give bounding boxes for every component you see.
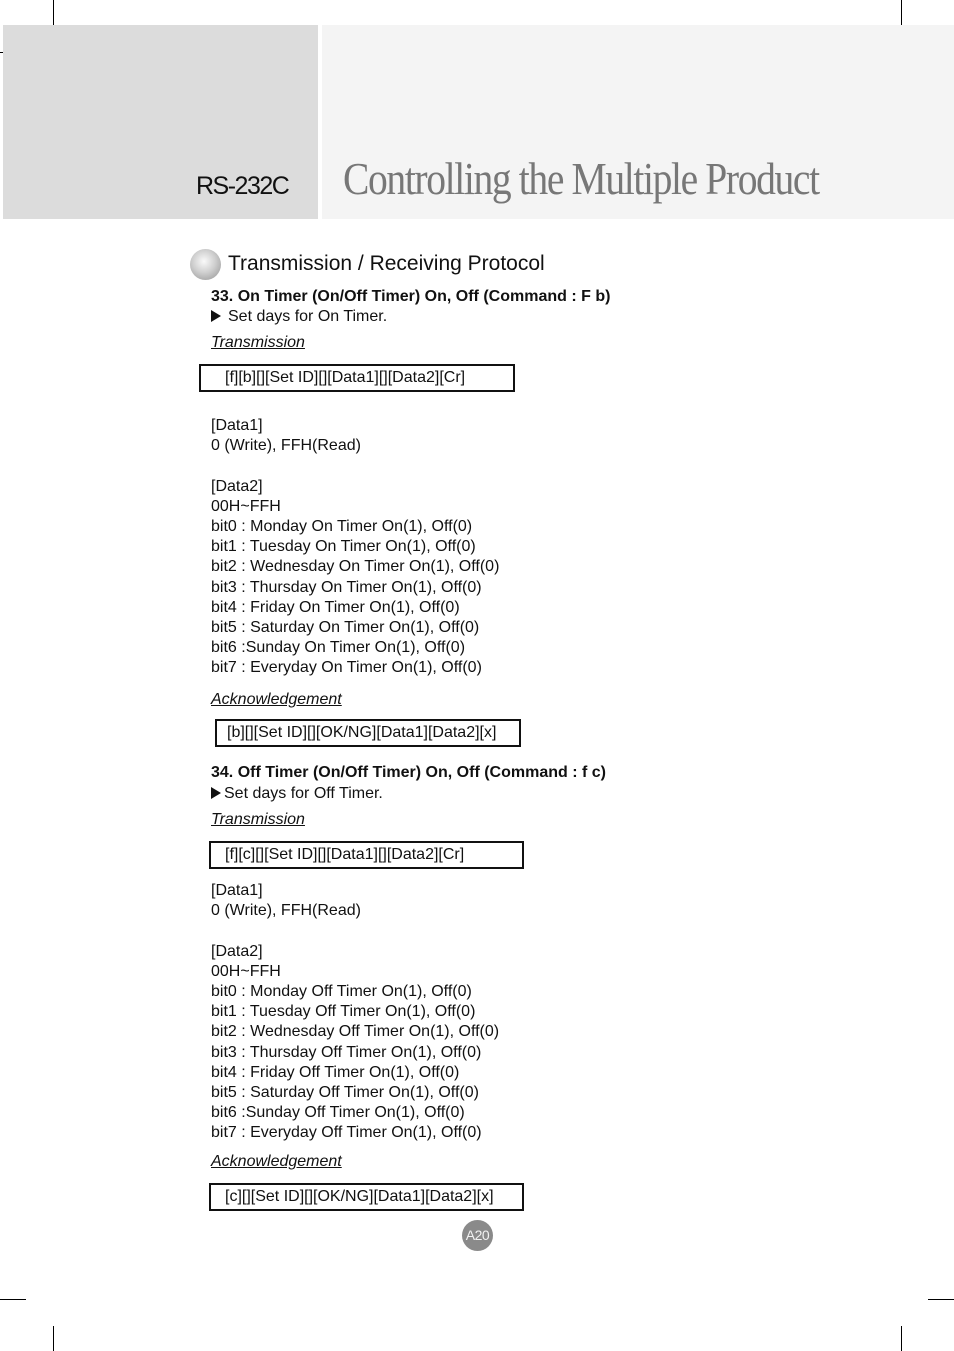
data-description-line: bit1 : Tuesday Off Timer On(1), Off(0) bbox=[211, 1003, 476, 1021]
data-description-line: bit1 : Tuesday On Timer On(1), Off(0) bbox=[211, 538, 476, 556]
command-34-transmission-label: Transmission bbox=[211, 811, 305, 828]
data-description-line: bit3 : Thursday On Timer On(1), Off(0) bbox=[211, 578, 482, 596]
command-34-title: 34. Off Timer (On/Off Timer) On, Off (Co… bbox=[211, 764, 606, 781]
data-description-line: bit7 : Everyday On Timer On(1), Off(0) bbox=[211, 659, 482, 677]
data-description-line: bit3 : Thursday Off Timer On(1), Off(0) bbox=[211, 1043, 482, 1061]
command-33-transmission-packet: [f][b][][Set ID][][Data1][][Data2][Cr] bbox=[199, 364, 515, 392]
command-33-title: 33. On Timer (On/Off Timer) On, Off (Com… bbox=[211, 288, 611, 305]
crop-mark-bottom-left-horizontal bbox=[0, 1299, 26, 1300]
crop-mark-bottom-right-horizontal bbox=[928, 1299, 954, 1300]
data-description-line: bit4 : Friday On Timer On(1), Off(0) bbox=[211, 598, 460, 616]
triangle-bullet-icon bbox=[211, 310, 221, 322]
command-34-note: Set days for Off Timer. bbox=[211, 785, 383, 803]
data-description-line bbox=[211, 921, 499, 941]
data-description-line: bit5 : Saturday On Timer On(1), Off(0) bbox=[211, 618, 480, 636]
data-description-line: 0 (Write), FFH(Read) bbox=[211, 902, 361, 920]
triangle-bullet-icon bbox=[211, 787, 221, 799]
command-33-acknowledgement-label: Acknowledgement bbox=[211, 691, 342, 708]
command-34-data-description: [Data1] 0 (Write), FFH(Read) [Data2] 00H~FF… bbox=[211, 881, 499, 1143]
data-description-line: [Data2] bbox=[211, 942, 263, 960]
data-description-line: 0 (Write), FFH(Read) bbox=[211, 437, 361, 455]
data-description-line: 00H~FFH bbox=[211, 497, 281, 515]
page-number-badge: A20 bbox=[462, 1220, 493, 1251]
command-34-transmission-packet: [f][c][][Set ID][][Data1][][Data2][Cr] bbox=[209, 841, 524, 869]
command-33-acknowledgement-packet: [b][][Set ID][][OK/NG][Data1][Data2][x] bbox=[215, 719, 521, 747]
data-description-line: bit2 : Wednesday Off Timer On(1), Off(0) bbox=[211, 1023, 500, 1041]
command-33-note: Set days for On Timer. bbox=[211, 308, 387, 326]
command-34-acknowledgement-packet: [c][][Set ID][][OK/NG][Data1][Data2][x] bbox=[209, 1183, 524, 1211]
data-description-line: bit4 : Friday Off Timer On(1), Off(0) bbox=[211, 1063, 460, 1081]
command-33-data-description: [Data1] 0 (Write), FFH(Read) [Data2] 00H~FF… bbox=[211, 416, 499, 678]
data-description-line: bit6 :Sunday Off Timer On(1), Off(0) bbox=[211, 1104, 465, 1122]
data-description-line: bit5 : Saturday Off Timer On(1), Off(0) bbox=[211, 1083, 479, 1101]
crop-mark-top-right-vertical bbox=[901, 0, 902, 25]
data-description-line: [Data1] bbox=[211, 417, 263, 434]
data-description-line: 00H~FFH bbox=[211, 962, 281, 980]
command-34-note-text: Set days for Off Timer. bbox=[224, 785, 383, 802]
data-description-line bbox=[211, 456, 499, 476]
protocol-heading: Transmission / Receiving Protocol bbox=[228, 252, 545, 275]
crop-mark-bottom-right-vertical bbox=[901, 1326, 902, 1351]
data-description-line: bit2 : Wednesday On Timer On(1), Off(0) bbox=[211, 558, 500, 576]
data-description-line: [Data1] bbox=[211, 882, 263, 899]
data-description-line: bit7 : Everyday Off Timer On(1), Off(0) bbox=[211, 1124, 482, 1142]
data-description-line: bit0 : Monday On Timer On(1), Off(0) bbox=[211, 517, 473, 535]
command-34-acknowledgement-label: Acknowledgement bbox=[211, 1153, 342, 1170]
page-title: Controlling the Multiple Product bbox=[343, 153, 820, 204]
crop-mark-top-left-vertical bbox=[53, 0, 54, 25]
crop-mark-bottom-left-vertical bbox=[53, 1326, 54, 1351]
data-description-line: bit6 :Sunday On Timer On(1), Off(0) bbox=[211, 639, 466, 657]
data-description-line: [Data2] bbox=[211, 477, 263, 495]
section-label: RS-232C bbox=[196, 172, 290, 200]
command-33-transmission-label: Transmission bbox=[211, 334, 305, 351]
sphere-bullet-icon bbox=[190, 249, 221, 280]
command-33-note-text: Set days for On Timer. bbox=[228, 308, 388, 325]
data-description-line: bit0 : Monday Off Timer On(1), Off(0) bbox=[211, 982, 472, 1000]
